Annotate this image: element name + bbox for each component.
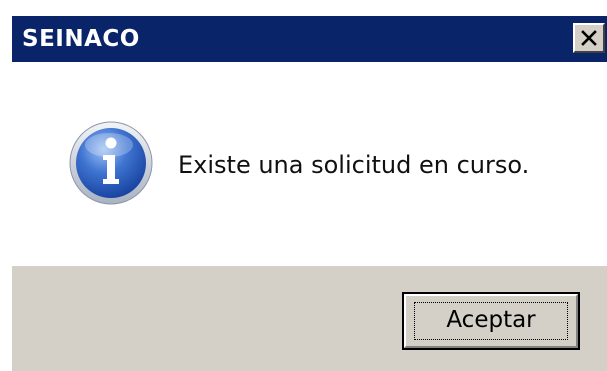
dialog-footer: Aceptar xyxy=(12,266,607,371)
close-button[interactable] xyxy=(573,23,605,53)
accept-button-label: Aceptar xyxy=(446,307,536,333)
dialog-content: Existe una solicitud en curso. xyxy=(12,62,607,266)
info-icon xyxy=(69,121,153,205)
window-title: SEINACO xyxy=(22,26,140,52)
accept-button[interactable]: Aceptar xyxy=(402,292,580,350)
message-text: Existe una solicitud en curso. xyxy=(178,151,530,179)
message-dialog: SEINACO Existe una solicitud en curso. A… xyxy=(12,16,607,371)
close-icon xyxy=(581,30,597,46)
title-bar[interactable]: SEINACO xyxy=(12,16,607,62)
